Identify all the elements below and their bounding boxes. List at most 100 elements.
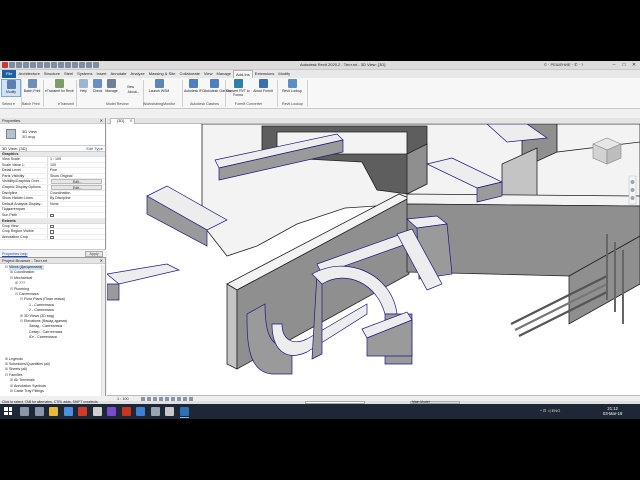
- convert-rvt-button[interactable]: Convert RVT to Forma: [226, 79, 250, 97]
- visual-studio-icon[interactable]: [107, 407, 116, 416]
- property-value[interactable]: Coordination: [48, 191, 105, 196]
- ribbon-tab-steel[interactable]: Steel: [62, 70, 75, 78]
- instance-selector[interactable]: 3D View: {3D} Edit Type: [0, 146, 105, 152]
- autodesk-ifc-button[interactable]: Autodesk IFC: [184, 79, 205, 93]
- launch-wsm-button[interactable]: Launch WSM: [148, 79, 170, 93]
- ribbon-tab-architecture[interactable]: Architecture: [16, 70, 41, 78]
- convert-icon: [233, 79, 243, 88]
- property-value[interactable]: [48, 207, 105, 212]
- search-icon[interactable]: [20, 407, 29, 416]
- check-button[interactable]: Check: [91, 79, 104, 93]
- measure-icon[interactable]: [51, 62, 57, 68]
- settings-icon[interactable]: [150, 407, 160, 416]
- chrome-icon[interactable]: [63, 407, 73, 416]
- close-hidden-icon[interactable]: [86, 62, 92, 68]
- revit-logo-icon[interactable]: [2, 62, 8, 68]
- ribbon-tab-analyze[interactable]: Analyze: [129, 70, 147, 78]
- ribbon-tab-annotate[interactable]: Annotate: [109, 70, 129, 78]
- navigation-bar[interactable]: [628, 175, 637, 205]
- property-value[interactable]: None: [48, 202, 105, 207]
- property-checkbox[interactable]: [48, 235, 105, 240]
- ribbon-tab-file[interactable]: File: [2, 70, 17, 78]
- office-icon[interactable]: [165, 407, 174, 416]
- revit-icon[interactable]: [179, 407, 189, 418]
- switch-windows-icon[interactable]: [93, 62, 99, 68]
- tree-item-label: ???: [19, 281, 25, 286]
- ribbon-tab-modify[interactable]: Modify: [276, 70, 292, 78]
- ribbon-tab-collaborate[interactable]: Collaborate: [177, 70, 201, 78]
- tree-item[interactable]: ⊞Cable Tray Fittings: [0, 389, 102, 394]
- user-area[interactable]: © · РЕШЕНИЕ · ✆ · ?: [544, 62, 583, 67]
- edit-button[interactable]: Edit...: [51, 184, 102, 190]
- minimize-button[interactable]: –: [609, 61, 619, 69]
- pdf-icon[interactable]: [121, 407, 131, 416]
- ribbon-tab-massing-site[interactable]: Massing & Site: [147, 70, 178, 78]
- ribbon-tab-extensions[interactable]: Extensions: [253, 70, 277, 78]
- windows-start-icon[interactable]: [4, 407, 12, 415]
- redo-icon[interactable]: [37, 62, 43, 68]
- type-selector[interactable]: 3D View 3D вид: [0, 124, 105, 146]
- ribbon-tab-systems[interactable]: Systems: [75, 70, 94, 78]
- ribbon-tab-add-ins[interactable]: Add-Ins: [233, 70, 253, 78]
- property-value[interactable]: By Discipline: [48, 196, 105, 201]
- property-value[interactable]: 1 : 100: [48, 157, 105, 162]
- property-checkbox[interactable]: [48, 229, 105, 234]
- tree-item-label: Mechanical: [14, 275, 33, 280]
- modify-button[interactable]: Modify: [1, 79, 21, 97]
- sync-icon[interactable]: [23, 62, 29, 68]
- manage-button[interactable]: Manage: [105, 79, 118, 93]
- ribbon-tab-insert[interactable]: Insert: [95, 70, 109, 78]
- default-3d-view-icon[interactable]: [65, 62, 71, 68]
- 3d-view-canvas[interactable]: .top { fill: #f3f3f3; stroke: #222; stro…: [107, 124, 640, 395]
- browser-close-button[interactable]: ✕: [100, 258, 103, 264]
- print-icon[interactable]: [44, 62, 50, 68]
- ribbon-tab-structure[interactable]: Structure: [42, 70, 62, 78]
- text-icon[interactable]: [58, 62, 64, 68]
- property-row[interactable]: Annotation Crop: [0, 234, 105, 241]
- file-explorer-icon[interactable]: [49, 407, 58, 416]
- properties-help-link[interactable]: Properties help: [2, 252, 28, 256]
- group-select[interactable]: Select ▾: [2, 102, 15, 106]
- section-icon[interactable]: [72, 62, 78, 68]
- checkbox-box[interactable]: [50, 224, 54, 229]
- checkbox-box[interactable]: [50, 230, 54, 234]
- property-value[interactable]: 100: [48, 163, 105, 168]
- about-button[interactable]: About...: [126, 89, 141, 94]
- ribbon-tab-manage[interactable]: Manage: [215, 70, 233, 78]
- ribbon-separator: [182, 80, 183, 107]
- undo-icon[interactable]: [30, 62, 36, 68]
- autocad-icon[interactable]: [78, 407, 87, 416]
- help-button[interactable]: Help: [77, 79, 90, 93]
- checkbox-box[interactable]: [50, 213, 54, 218]
- property-value[interactable]: Fine: [48, 168, 105, 173]
- thin-lines-icon[interactable]: [79, 62, 85, 68]
- clock[interactable]: 21:12 03-Mar-19: [603, 406, 622, 416]
- revit-lookup-button[interactable]: Revit Lookup: [280, 79, 304, 93]
- tree-item-label: Schedules/Quantities (all): [9, 362, 50, 367]
- cursor-icon: [6, 80, 16, 89]
- app-icon[interactable]: [92, 407, 102, 416]
- batch-print-button[interactable]: Batch Print: [22, 79, 42, 93]
- ribbon-tab-view[interactable]: View: [202, 70, 215, 78]
- property-checkbox[interactable]: [48, 213, 105, 218]
- edit-type-button[interactable]: Edit Type: [86, 146, 103, 152]
- autodesk-clashes-button[interactable]: Autodesk Clashes: [204, 79, 231, 93]
- checkbox-box[interactable]: [50, 235, 54, 240]
- task-view-icon[interactable]: [34, 407, 44, 416]
- maximize-button[interactable]: □: [619, 61, 629, 69]
- view-cube[interactable]: [592, 137, 622, 165]
- about-formit-button[interactable]: About FormIt: [252, 79, 274, 93]
- property-key: Graphic Display Options: [0, 184, 48, 190]
- system-tray[interactable]: ^ ⊡ ◁ ENG: [540, 408, 560, 413]
- property-checkbox[interactable]: [48, 224, 105, 229]
- photos-icon[interactable]: [136, 407, 145, 416]
- edit-button[interactable]: Edit...: [51, 179, 102, 184]
- property-value[interactable]: Show Original: [48, 174, 105, 179]
- open-icon[interactable]: [9, 62, 15, 68]
- browser-scrollbar[interactable]: [101, 265, 105, 396]
- etransmit-button[interactable]: eTransmit for Revit: [45, 79, 74, 93]
- revit-window: Autodesk Revit 2020.2 - Тест.rvt - 3D Vi…: [0, 61, 640, 404]
- convert-label: Convert RVT to Forma: [226, 89, 250, 97]
- save-icon[interactable]: [16, 62, 22, 68]
- close-button[interactable]: ✕: [629, 61, 639, 69]
